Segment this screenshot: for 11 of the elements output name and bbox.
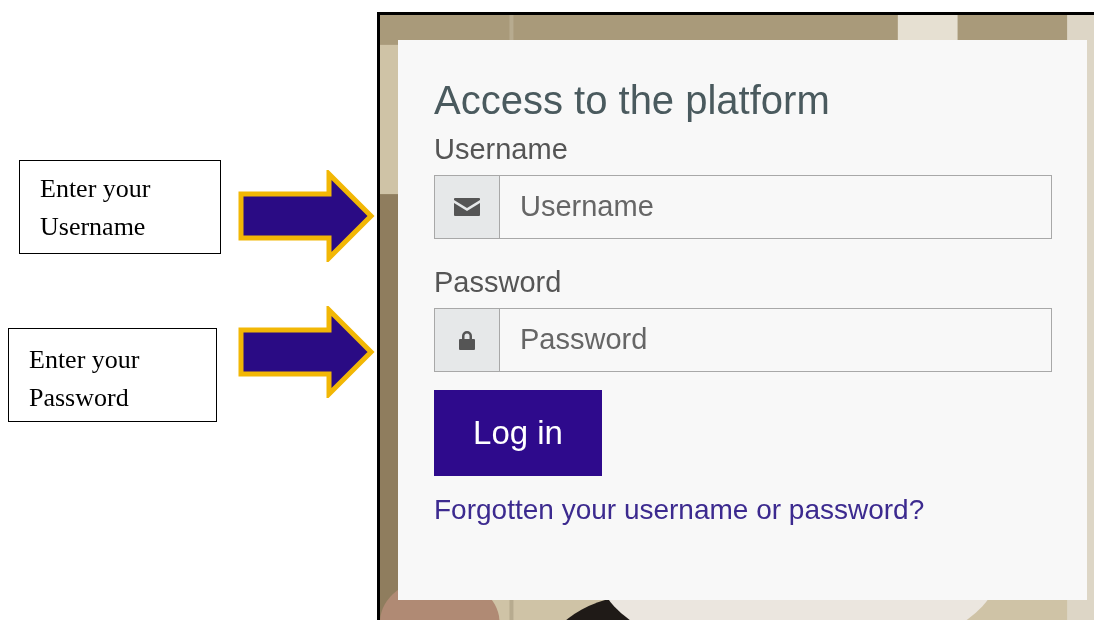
forgot-link[interactable]: Forgotten your username or password? xyxy=(434,492,1052,528)
password-field[interactable]: Password xyxy=(500,308,1052,372)
callout-text: Enter your Username xyxy=(19,160,221,254)
callout-text: Enter your Password xyxy=(8,328,217,422)
login-title: Access to the platform xyxy=(434,77,831,124)
field-label: Username xyxy=(434,132,569,166)
login-button[interactable]: Log in xyxy=(434,390,602,476)
field-label: Password xyxy=(434,265,563,299)
username-field[interactable]: Username xyxy=(500,175,1052,239)
envelope-icon xyxy=(454,198,480,216)
lock-icon xyxy=(459,330,475,350)
